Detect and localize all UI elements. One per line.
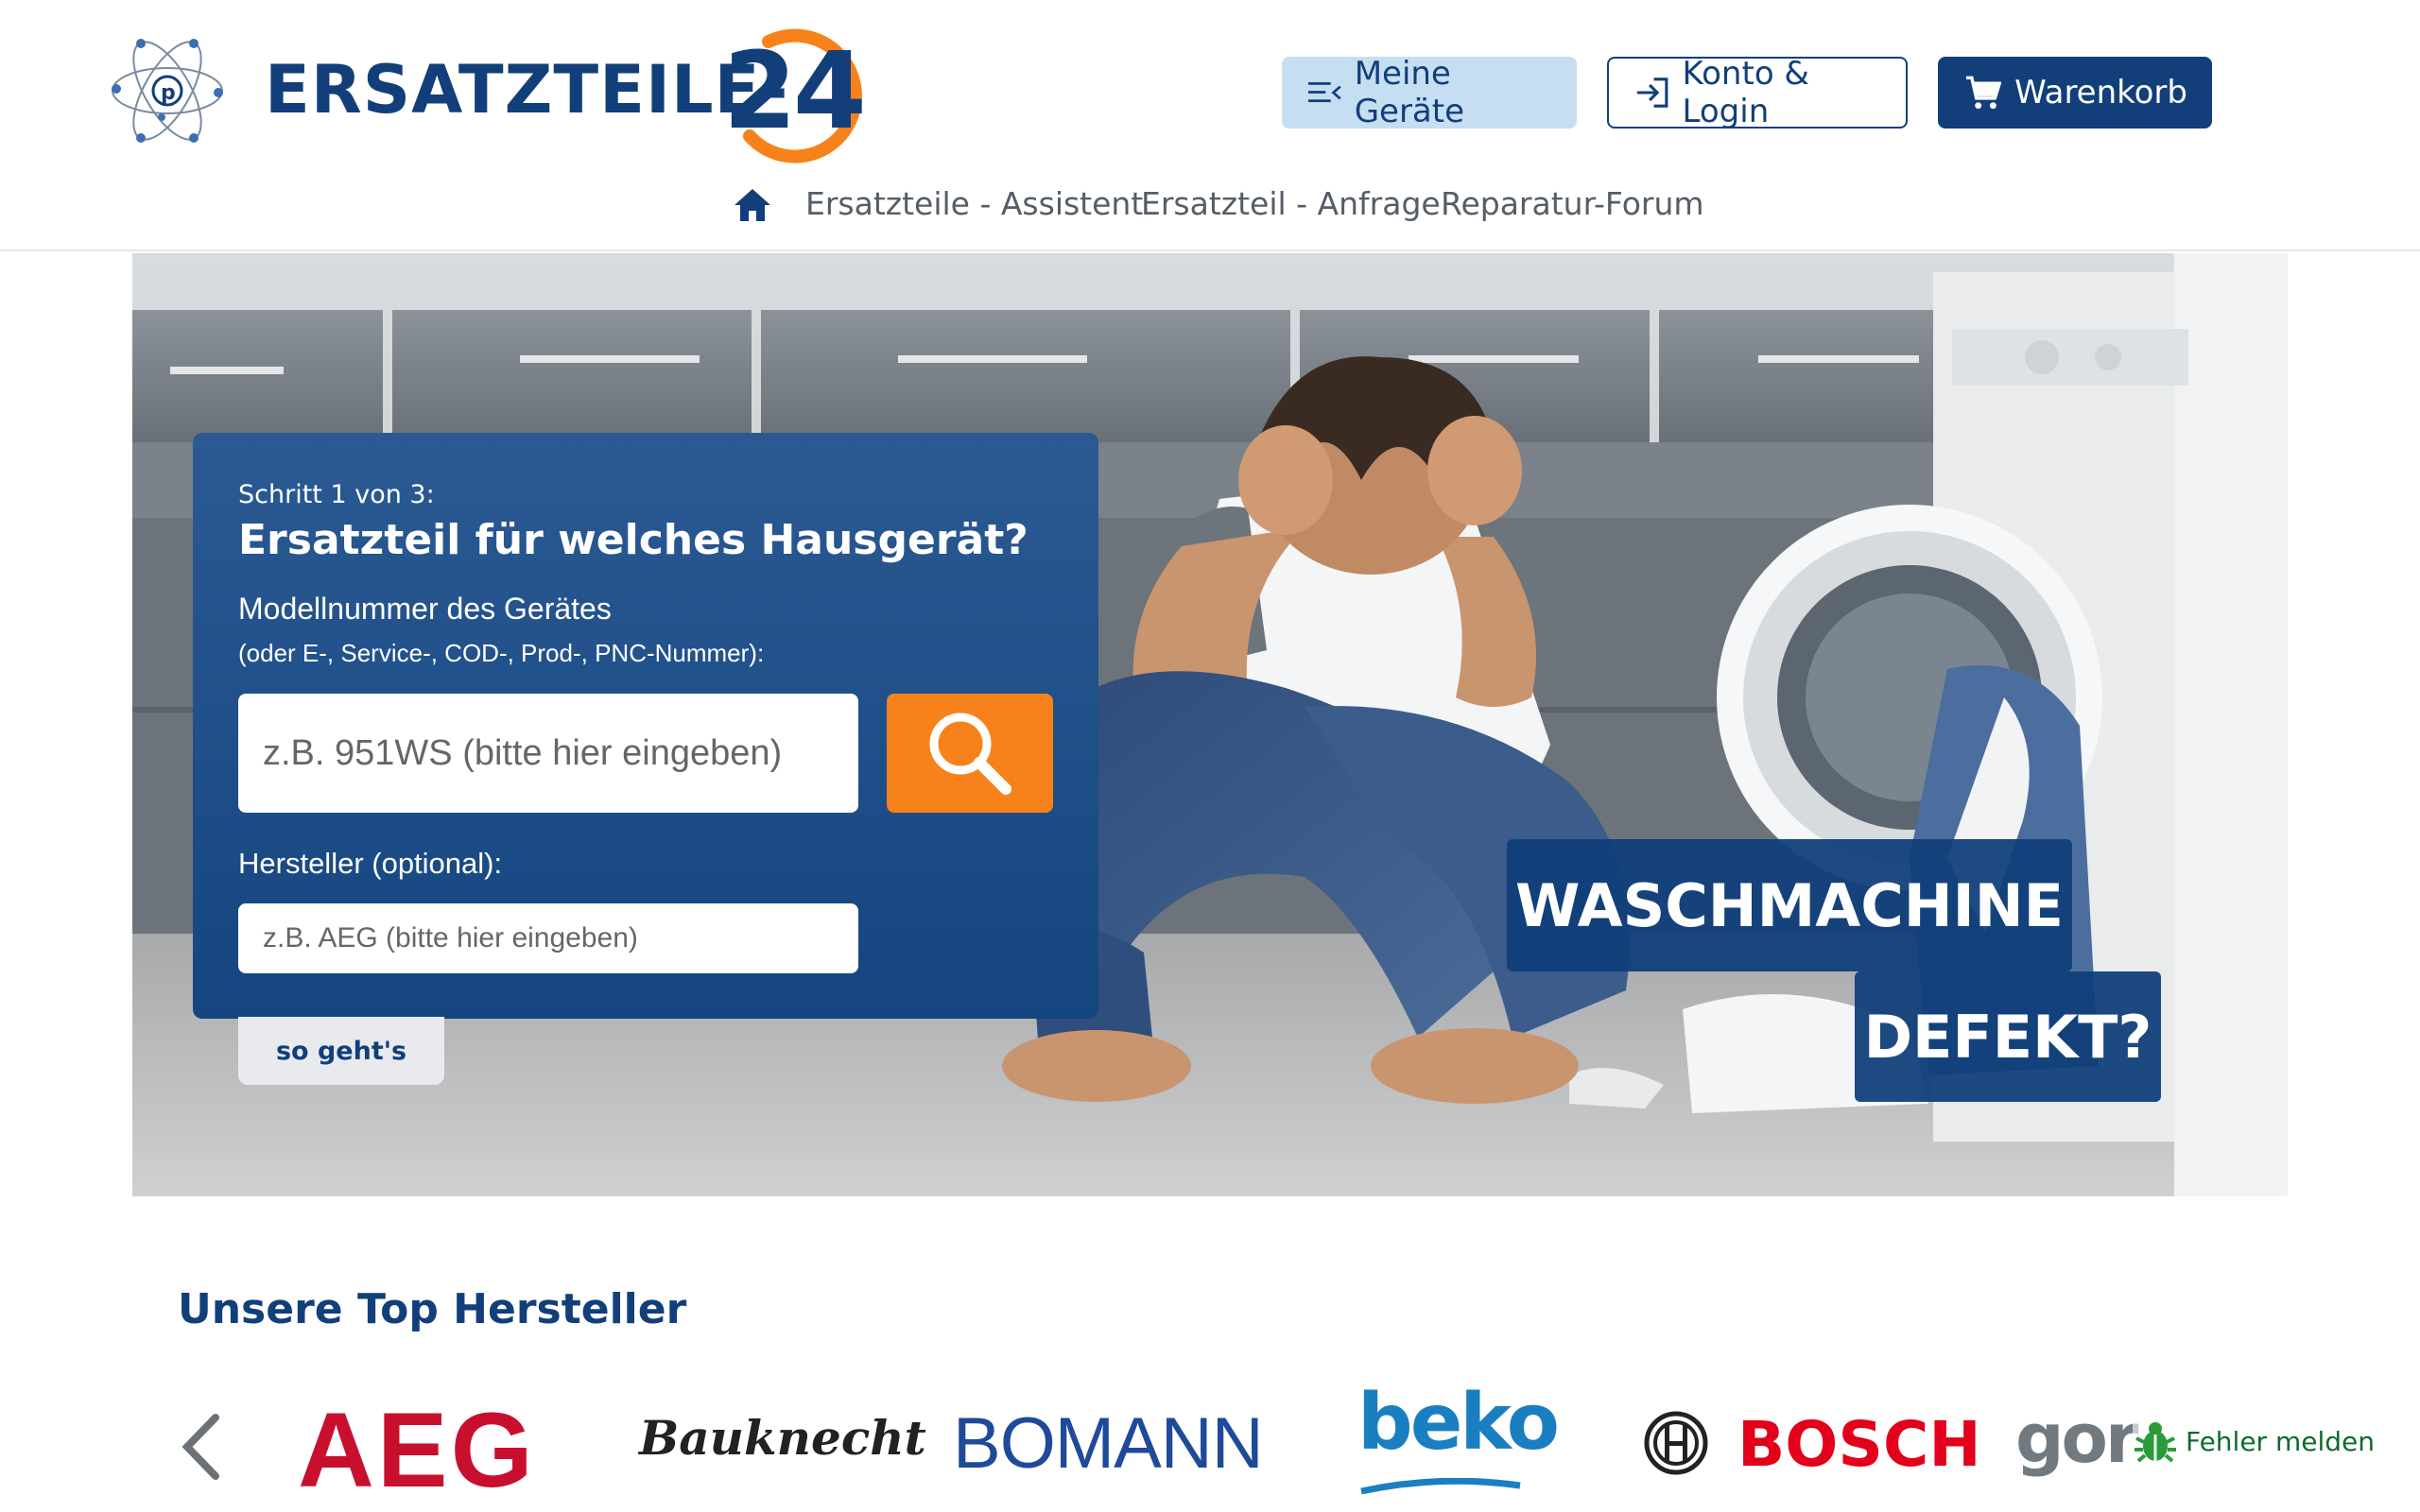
warenkorb-label: Warenkorb <box>2014 74 2187 112</box>
brand-carousel: AEG Bauknecht BOMANN beko BOSCH gor Fehl… <box>0 1361 2420 1512</box>
konto-login-button[interactable]: Konto & Login <box>1607 55 1908 130</box>
brand-aeg[interactable]: AEG <box>298 1389 536 1511</box>
search-icon <box>929 713 1011 795</box>
report-error-label: Fehler melden <box>2186 1425 2375 1457</box>
site-logo[interactable]: p ERSATZTEILE- 24 <box>109 23 867 164</box>
login-icon <box>1636 77 1668 108</box>
model-number-input[interactable] <box>238 694 858 813</box>
home-icon[interactable] <box>733 187 772 223</box>
nav-ersatzteil-anfrage[interactable]: Ersatzteil - Anfrage <box>1141 185 1441 222</box>
search-step-label: Schritt 1 von 3: <box>238 480 435 509</box>
nav-ersatzteile-assistent[interactable]: Ersatzteile - Assistent <box>805 185 1143 222</box>
top-brands-title: Unsere Top Hersteller <box>178 1285 687 1333</box>
bosch-ring-logo-icon <box>1644 1411 1708 1475</box>
so-gehts-button[interactable]: so geht's <box>238 1017 444 1085</box>
search-title: Ersatzteil für welches Hausgerät? <box>238 516 1028 564</box>
part-search-form: Schritt 1 von 3: Ersatzteil für welches … <box>193 433 1098 1019</box>
hero-headline-line2: DEFEKT? <box>1855 971 2161 1102</box>
device-list-icon <box>1308 82 1341 103</box>
meine-geraete-button[interactable]: Meine Geräte <box>1282 55 1577 130</box>
logo-text: ERSATZTEILE- <box>265 51 789 129</box>
brand-bosch[interactable]: BOSCH <box>1737 1408 1981 1481</box>
search-button[interactable] <box>887 694 1053 813</box>
warenkorb-button[interactable]: Warenkorb <box>1938 57 2212 129</box>
chevron-left-icon[interactable] <box>180 1414 221 1480</box>
brand-bomann[interactable]: BOMANN <box>953 1402 1264 1485</box>
nav-reparatur-forum[interactable]: Reparatur-Forum <box>1441 185 1704 222</box>
bug-icon <box>2135 1422 2176 1463</box>
brand-beko[interactable]: beko <box>1357 1378 1560 1468</box>
main-nav: Ersatzteile - Assistent Ersatzteil - Anf… <box>0 185 2420 229</box>
report-error-button[interactable]: Fehler melden <box>2133 1418 2375 1465</box>
brand-gorenje[interactable]: gor <box>2015 1399 2139 1478</box>
cart-icon <box>1965 76 2002 110</box>
konto-login-label: Konto & Login <box>1682 55 1809 130</box>
manufacturer-input[interactable] <box>238 903 858 973</box>
site-header: p ERSATZTEILE- 24 Meine Geräte Konto & L… <box>0 0 2420 251</box>
atom-logo-icon: p <box>112 39 223 143</box>
hero-headline-line1: WASCHMACHINE <box>1507 839 2072 971</box>
brand-bauknecht[interactable]: Bauknecht <box>639 1410 926 1466</box>
model-number-hint: (oder E-, Service-, COD-, Prod-, PNC-Num… <box>238 639 765 667</box>
meine-geraete-label: Meine Geräte <box>1354 55 1465 130</box>
logo-number: 24 <box>723 30 867 153</box>
beko-underline-icon <box>1360 1478 1521 1495</box>
model-number-label: Modellnummer des Gerätes <box>238 592 612 626</box>
svg-text:p: p <box>161 81 176 105</box>
manufacturer-label: Hersteller (optional): <box>238 847 503 880</box>
